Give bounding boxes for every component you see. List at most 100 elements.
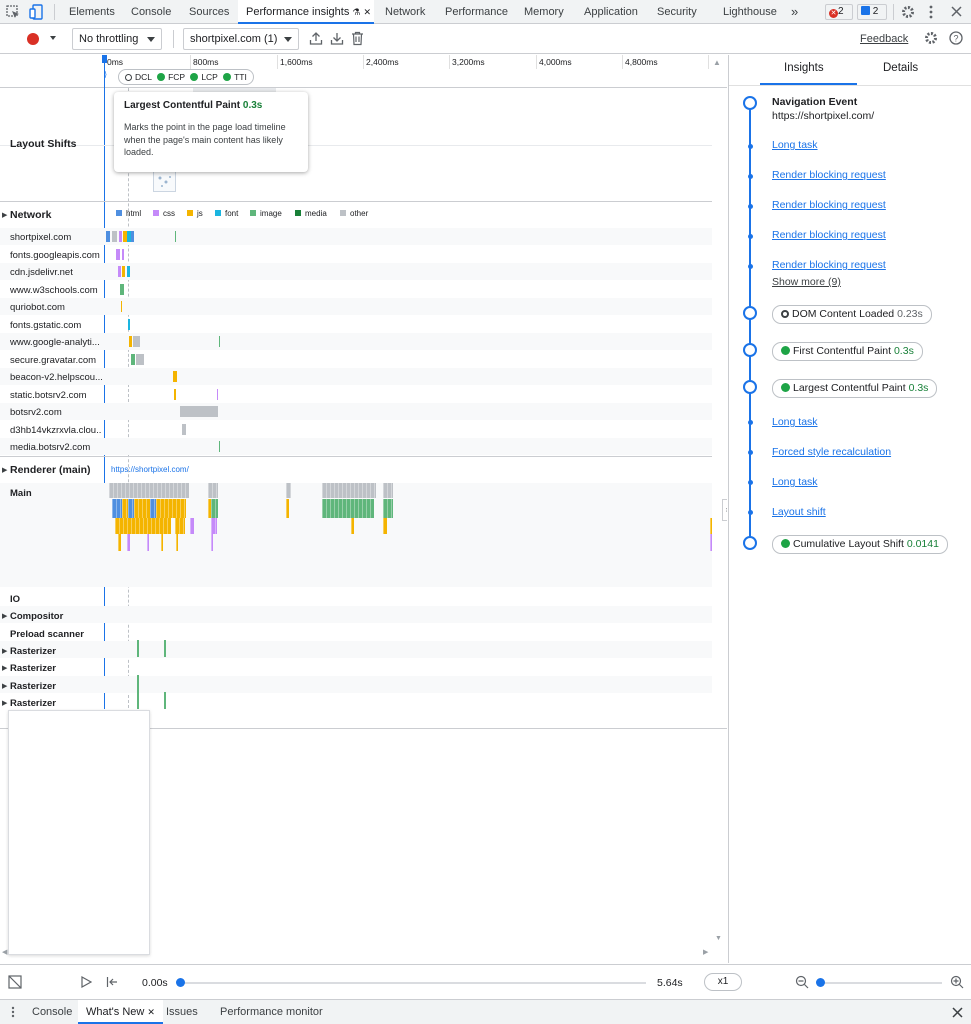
drawer-tab-whats-new[interactable]: What's New ✕ (78, 1000, 163, 1024)
expand-rasterizer-icon[interactable]: ▶ (2, 647, 7, 655)
insight-link-long-task[interactable]: Long task (772, 476, 818, 488)
zoom-in-icon[interactable] (950, 975, 964, 989)
feedback-link[interactable]: Feedback (860, 33, 908, 45)
network-request-bar[interactable] (118, 266, 121, 277)
network-row-domain[interactable]: cdn.jsdelivr.net (10, 267, 102, 278)
network-request-bar[interactable] (182, 423, 186, 435)
marker-collapse-icon[interactable]: ⟩ (104, 70, 107, 79)
main-thread-task[interactable] (115, 518, 163, 534)
messages-badge[interactable]: 2 (857, 4, 887, 20)
insight-link-render-blocking[interactable]: Render blocking request (772, 259, 886, 271)
expand-rasterizer-icon[interactable]: ▶ (2, 699, 7, 707)
close-tab-icon[interactable]: ✕ (147, 1007, 155, 1017)
network-request-bar[interactable] (175, 231, 176, 242)
rasterizer-track-label[interactable]: Rasterizer (10, 698, 102, 709)
expand-renderer-icon[interactable]: ▶ (2, 466, 7, 474)
throttling-select[interactable]: No throttling (72, 28, 162, 50)
tab-application[interactable]: Application (584, 0, 638, 24)
close-drawer-icon[interactable] (952, 1007, 963, 1018)
recording-select[interactable]: shortpixel.com (1) (183, 28, 299, 50)
network-request-bar[interactable] (173, 371, 177, 382)
network-request-bar[interactable] (133, 336, 140, 347)
main-thread-task[interactable] (163, 518, 171, 534)
record-menu-caret[interactable] (50, 36, 56, 40)
main-thread-task[interactable] (710, 518, 712, 534)
main-thread-task[interactable] (208, 483, 218, 498)
network-request-bar[interactable] (174, 388, 176, 400)
rasterizer-track-label[interactable]: Rasterizer (10, 646, 102, 657)
show-more-link[interactable]: Show more (9) (772, 276, 841, 288)
collapse-sidebar-button[interactable]: › (722, 499, 727, 521)
network-request-bar[interactable] (219, 336, 220, 347)
scroll-down-arrow-icon[interactable]: ▼ (715, 935, 722, 942)
main-thread-task[interactable] (211, 499, 218, 518)
main-thread-task[interactable] (127, 534, 130, 551)
expand-rasterizer-icon[interactable]: ▶ (2, 682, 7, 690)
network-request-bar[interactable] (219, 441, 220, 452)
close-tab-icon[interactable]: ✕ (364, 7, 372, 17)
network-row-domain[interactable]: media.botsrv2.com (10, 442, 102, 453)
network-request-bar[interactable] (136, 353, 144, 365)
errors-badge[interactable]: ✕ 2 (825, 4, 853, 20)
screenshots-toggle-icon[interactable] (8, 975, 22, 989)
drawer-tab-performance-monitor[interactable]: Performance monitor (220, 1000, 323, 1024)
tab-console[interactable]: Console (131, 0, 171, 24)
main-thread-task[interactable] (351, 518, 354, 534)
lcp-pill[interactable]: Largest Contentful Paint 0.3s (772, 379, 938, 398)
network-request-bar[interactable] (131, 353, 135, 365)
playback-slider-thumb[interactable] (176, 978, 185, 987)
compositor-track-label[interactable]: Compositor (10, 611, 102, 622)
network-row-domain[interactable]: beacon-v2.helpscou... (10, 372, 102, 383)
expand-compositor-icon[interactable]: ▶ (2, 612, 7, 620)
network-row-domain[interactable]: secure.gravatar.com (10, 355, 102, 366)
tab-network[interactable]: Network (385, 0, 425, 24)
tab-details[interactable]: Details (883, 62, 918, 74)
network-row-domain[interactable]: static.botsrv2.com (10, 390, 102, 401)
download-icon[interactable] (330, 31, 344, 46)
rasterizer-track-label[interactable]: Rasterizer (10, 681, 102, 692)
main-thread-task[interactable] (383, 483, 393, 498)
insight-link-long-task[interactable]: Long task (772, 416, 818, 428)
playback-slider-track[interactable] (180, 982, 646, 984)
cls-pill[interactable]: Cumulative Layout Shift 0.0141 (772, 535, 948, 554)
tab-sources[interactable]: Sources (189, 0, 229, 24)
insight-link-long-task[interactable]: Long task (772, 139, 818, 151)
main-thread-task[interactable] (322, 483, 376, 498)
raster-task[interactable] (164, 640, 166, 657)
main-thread-task[interactable] (109, 483, 189, 498)
lcp-marker-label[interactable]: LCP (201, 72, 217, 82)
main-thread-task[interactable] (322, 499, 374, 518)
insight-link-render-blocking[interactable]: Render blocking request (772, 169, 886, 181)
layout-shift-screenshot[interactable] (153, 171, 176, 192)
insight-link-render-blocking[interactable]: Render blocking request (772, 199, 886, 211)
tab-memory[interactable]: Memory (524, 0, 564, 24)
main-thread-task[interactable] (286, 483, 291, 498)
network-request-bar[interactable] (131, 231, 134, 242)
more-tabs-button[interactable]: » (791, 0, 798, 24)
expand-network-icon[interactable]: ▶ (2, 211, 7, 219)
raster-task[interactable] (164, 692, 166, 709)
main-thread-task[interactable] (161, 534, 163, 551)
network-request-bar[interactable] (119, 231, 122, 242)
rasterizer-track-label[interactable]: Rasterizer (10, 663, 102, 674)
network-request-bar[interactable] (106, 231, 110, 242)
network-request-bar[interactable] (122, 266, 125, 277)
main-thread-task[interactable] (211, 534, 213, 551)
drawer-menu-icon[interactable] (11, 1006, 15, 1018)
tti-marker-label[interactable]: TTI (234, 72, 247, 82)
network-request-bar[interactable] (122, 248, 124, 260)
fcp-pill[interactable]: First Contentful Paint 0.3s (772, 342, 923, 361)
main-thread-task[interactable] (112, 499, 122, 518)
main-thread-task[interactable] (118, 534, 121, 551)
record-button[interactable] (27, 33, 39, 45)
main-thread-task[interactable] (383, 499, 393, 518)
network-request-bar[interactable] (185, 406, 218, 417)
settings-gear-icon[interactable] (924, 31, 938, 45)
playback-speed-button[interactable]: x1 (704, 973, 742, 991)
tab-performance[interactable]: Performance (445, 0, 508, 24)
network-row-domain[interactable]: fonts.gstatic.com (10, 320, 102, 331)
raster-task[interactable] (137, 692, 139, 709)
network-request-bar[interactable] (120, 283, 124, 295)
scroll-up-arrow-icon[interactable]: ▲ (713, 58, 721, 67)
zoom-slider-track[interactable] (820, 982, 942, 984)
